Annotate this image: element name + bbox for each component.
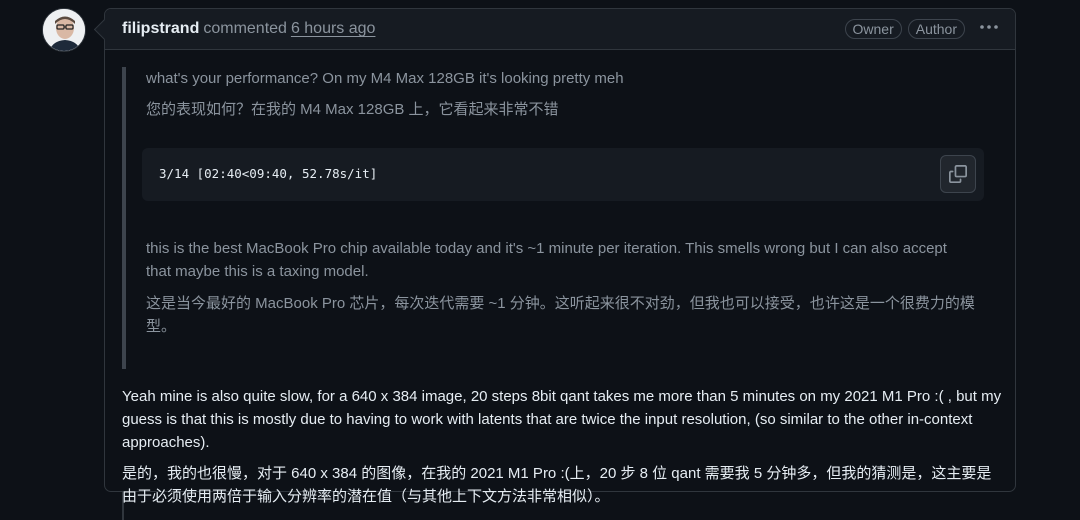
- kebab-horizontal-icon[interactable]: [979, 19, 999, 40]
- header-badges: Owner Author: [844, 19, 999, 40]
- code-block: 3/14 [02:40<09:40, 52.78s/it]: [142, 148, 984, 201]
- comment-author[interactable]: filipstrand: [122, 20, 199, 38]
- quote-line: what's your performance? On my M4 Max 12…: [146, 70, 624, 87]
- comment-box: filipstrand commented 6 hours ago Owner …: [104, 8, 1016, 505]
- quote-translation: 这是当今最好的 MacBook Pro 芯片，每次迭代需要 ~1 分钟。这听起来…: [146, 295, 975, 335]
- author-badge: Author: [907, 19, 965, 39]
- reply-paragraph: Yeah mine is also quite slow, for a 640 …: [122, 388, 1002, 451]
- blockquote: what's your performance? On my M4 Max 12…: [122, 67, 984, 369]
- comment-header: filipstrand commented 6 hours ago Owner …: [105, 9, 1015, 50]
- avatar[interactable]: [42, 8, 86, 52]
- copy-icon: [949, 165, 967, 183]
- quote-line: this is the best MacBook Pro chip availa…: [146, 240, 947, 280]
- owner-badge: Owner: [844, 19, 902, 39]
- reply-text: Yeah mine is also quite slow, for a 640 …: [122, 385, 1002, 508]
- code-text: 3/14 [02:40<09:40, 52.78s/it]: [159, 166, 378, 181]
- copy-button[interactable]: [940, 155, 976, 193]
- user-avatar-icon: [43, 9, 85, 51]
- reply-translation: 是的，我的也很慢，对于 640 x 384 的图像，在我的 2021 M1 Pr…: [122, 465, 992, 505]
- quote-translation: 您的表现如何？在我的 M4 Max 128GB 上，它看起来非常不错: [146, 101, 559, 118]
- comment-action: commented: [203, 20, 287, 37]
- comment-timestamp[interactable]: 6 hours ago: [291, 20, 376, 38]
